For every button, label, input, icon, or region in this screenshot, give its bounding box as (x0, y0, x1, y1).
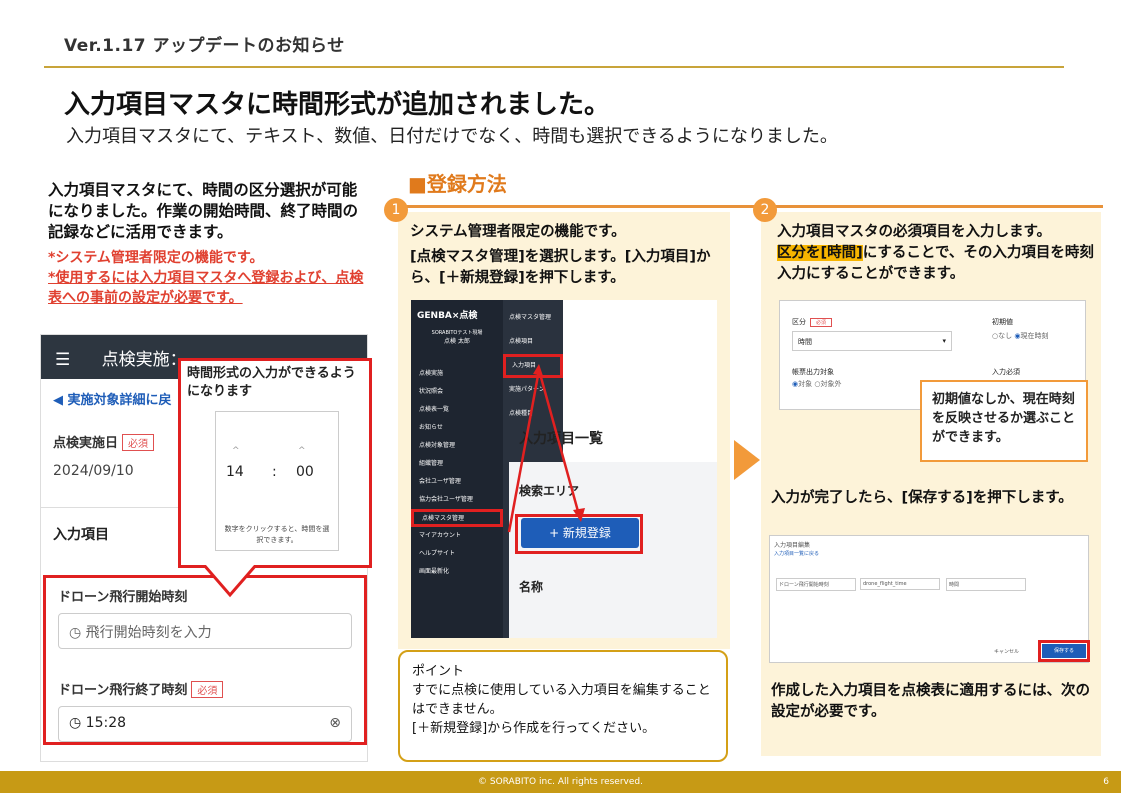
menu-target[interactable]: 点検対象管理 (411, 437, 503, 455)
header-version: Ver.1.17 アップデートのお知らせ (64, 36, 345, 56)
f2-label: ドローン飛行終了時刻 必須 (58, 679, 352, 698)
menu-status[interactable]: 状況照会 (411, 383, 503, 401)
up-icon[interactable]: ^ (232, 446, 240, 456)
page-subtitle: 入力項目マスタにて、テキスト、数値、日付だけでなく、時間も選択できるようになりま… (66, 126, 838, 147)
picker-hint: 数字をクリックすると、時間を選択できます。 (224, 525, 330, 544)
tooltip-initial: 初期値なしか、現在時刻を反映させるか選ぶことができます。 (920, 380, 1088, 462)
report-radios[interactable]: ◉対象 ○対象外 (792, 379, 841, 389)
time-picker-callout: 時間形式の入力ができるようになります ^ ^ 14 : 00 数字をクリックする… (178, 358, 372, 568)
submenu-items[interactable]: 点検項目 (503, 330, 563, 354)
note-setup: *使用するには入力項目マスタへ登録および、点検表への事前の設定が必要です。 (48, 270, 364, 306)
time-picker: ^ ^ 14 : 00 数字をクリックすると、時間を選択できます。 (215, 411, 339, 551)
point-line1: すでに点検に使用している入力項目を編集することはできません。 (412, 683, 711, 717)
header-divider (44, 66, 1064, 68)
phone-title: 点検実施： (101, 350, 187, 370)
method-title: ■登録方法 (408, 172, 507, 196)
menu-help[interactable]: ヘルプサイト (411, 545, 503, 563)
company-name: SORABITOテスト現場 (431, 330, 483, 336)
step1-line1: システム管理者限定の機能です。 (410, 224, 626, 240)
report-target: 対象 (798, 380, 813, 388)
apply-text: 作成した入力項目を点検表に適用するには、次の設定が必要です。 (771, 683, 1090, 720)
name-label: 名称 (519, 580, 544, 594)
initial-now: 現在時刻 (1020, 332, 1049, 340)
save-button[interactable]: 保存する (1042, 644, 1086, 658)
input-required-label: 入力必須 (992, 368, 1020, 376)
back-link-label: 実施対象詳細に戻 (67, 393, 172, 408)
note-admin: *システム管理者限定の機能です。 (48, 250, 264, 266)
next-step-arrow (734, 440, 760, 480)
menu-company-user[interactable]: 会社ユーザ管理 (411, 473, 503, 491)
flight-start-placeholder: 飛行開始時刻を入力 (85, 625, 212, 641)
flight-end-value: 15:28 (85, 715, 127, 731)
step2-highlight: 区分を[時間] (777, 245, 863, 261)
step2-panel (761, 212, 1101, 756)
step1-text: システム管理者限定の機能です。 [点検マスタ管理]を選択します。[入力項目]から… (410, 222, 724, 289)
required-badge: 必須 (122, 434, 155, 451)
kubun-value: 時間 (798, 338, 812, 346)
initial-label: 初期値 (992, 318, 1013, 326)
edit-kubun[interactable]: 時間 (946, 578, 1026, 591)
edit-back[interactable]: 入力項目一覧に戻る (774, 550, 819, 557)
step2-line1: 入力項目マスタの必須項目を入力します。 (777, 224, 1052, 240)
point-line2: [＋新規登録]から作成を行ってください。 (412, 721, 656, 736)
menu-partner-user[interactable]: 協力会社ユーザ管理 (411, 491, 503, 509)
step2-text: 入力項目マスタの必須項目を入力します。 区分を[時間]にすることで、その入力項目… (777, 222, 1097, 285)
step2-badge: 2 (753, 198, 777, 222)
callout-tail (202, 565, 258, 598)
edit-code[interactable]: drone_flight_time (860, 578, 940, 590)
point-title: ポイント (412, 664, 465, 679)
submenu-master[interactable]: 点検マスタ管理 (503, 306, 563, 330)
page-number: 6 (1103, 777, 1109, 787)
point-box: ポイント すでに点検に使用している入力項目を編集することはできません。 [＋新規… (398, 650, 728, 762)
up-icon-2[interactable]: ^ (298, 446, 306, 456)
menu-news[interactable]: お知らせ (411, 419, 503, 437)
menu-icon[interactable]: ☰ (55, 350, 70, 370)
menu-master[interactable]: 点検マスタ管理 (411, 509, 503, 527)
user-name: 点検 太郎 (444, 338, 470, 345)
edit-title: 入力項目編集 (774, 542, 811, 549)
edit-screenshot: 入力項目編集 入力項目一覧に戻る ドローン飛行開始時刻 drone_flight… (769, 535, 1090, 663)
admin-screenshot: GENBA×点検 SORABITOテスト現場 点検 太郎 点検実施 状況照会 点… (411, 300, 717, 638)
guide-arrows (507, 364, 585, 533)
method-divider (393, 205, 1103, 208)
report-label: 帳票出力対象 (792, 368, 834, 376)
minute-value[interactable]: 00 (296, 464, 314, 480)
step1-badge: 1 (384, 198, 408, 222)
notes: *システム管理者限定の機能です。 *使用するには入力項目マスタへ登録および、点検… (48, 248, 368, 308)
kubun-select[interactable]: 時間 ▾ (792, 331, 952, 351)
clear-icon[interactable]: ⊗ (329, 715, 341, 731)
app-logo: GENBA×点検 (417, 311, 478, 321)
kubun-label: 区分 必須 (792, 317, 833, 327)
hour-value[interactable]: 14 (226, 464, 244, 480)
menu-list[interactable]: 点検表一覧 (411, 401, 503, 419)
callout-text: 時間形式の入力ができるようになります (187, 366, 356, 399)
time-fields-highlight: ドローン飛行開始時刻 ◷ 飛行開始時刻を入力 ドローン飛行終了時刻 必須 ◷ 15… (43, 575, 367, 745)
date-label-text: 点検実施日 (53, 436, 119, 451)
initial-none: なし (998, 332, 1013, 340)
time-separator: : (272, 464, 277, 480)
kubun-text: 区分 (792, 318, 806, 326)
kubun-required: 必須 (810, 318, 833, 327)
dropdown-icon: ▾ (942, 337, 946, 345)
admin-sidebar: GENBA×点検 SORABITOテスト現場 点検 太郎 点検実施 状況照会 点… (411, 300, 503, 638)
f2-label-text: ドローン飛行終了時刻 (58, 683, 188, 698)
save-text: 入力が完了したら、[保存する]を押下します。 (771, 490, 1073, 506)
flight-start-input[interactable]: ◷ 飛行開始時刻を入力 (58, 613, 352, 649)
report-nontarget: 対象外 (820, 380, 842, 388)
footer: © SORABITO inc. All rights reserved. (0, 771, 1121, 793)
menu-org[interactable]: 組織管理 (411, 455, 503, 473)
step1-line2: [点検マスタ管理]を選択します。[入力項目]から、[＋新規登録]を押下します。 (410, 249, 711, 286)
menu-inspect[interactable]: 点検実施 (411, 365, 503, 383)
cancel-button[interactable]: キャンセル (994, 648, 1019, 655)
flight-end-input[interactable]: ◷ 15:28 ⊗ (58, 706, 352, 742)
page-title: 入力項目マスタに時間形式が追加されました。 (64, 90, 611, 120)
initial-radios[interactable]: ○なし ◉現在時刻 (992, 331, 1048, 341)
edit-name[interactable]: ドローン飛行開始時刻 (776, 578, 856, 591)
menu-account[interactable]: マイアカウント (411, 527, 503, 545)
menu-refresh[interactable]: 画面最新化 (411, 563, 503, 581)
intro-text: 入力項目マスタにて、時間の区分選択が可能になりました。作業の開始時間、終了時間の… (48, 181, 359, 241)
required-badge-2: 必須 (191, 681, 224, 698)
